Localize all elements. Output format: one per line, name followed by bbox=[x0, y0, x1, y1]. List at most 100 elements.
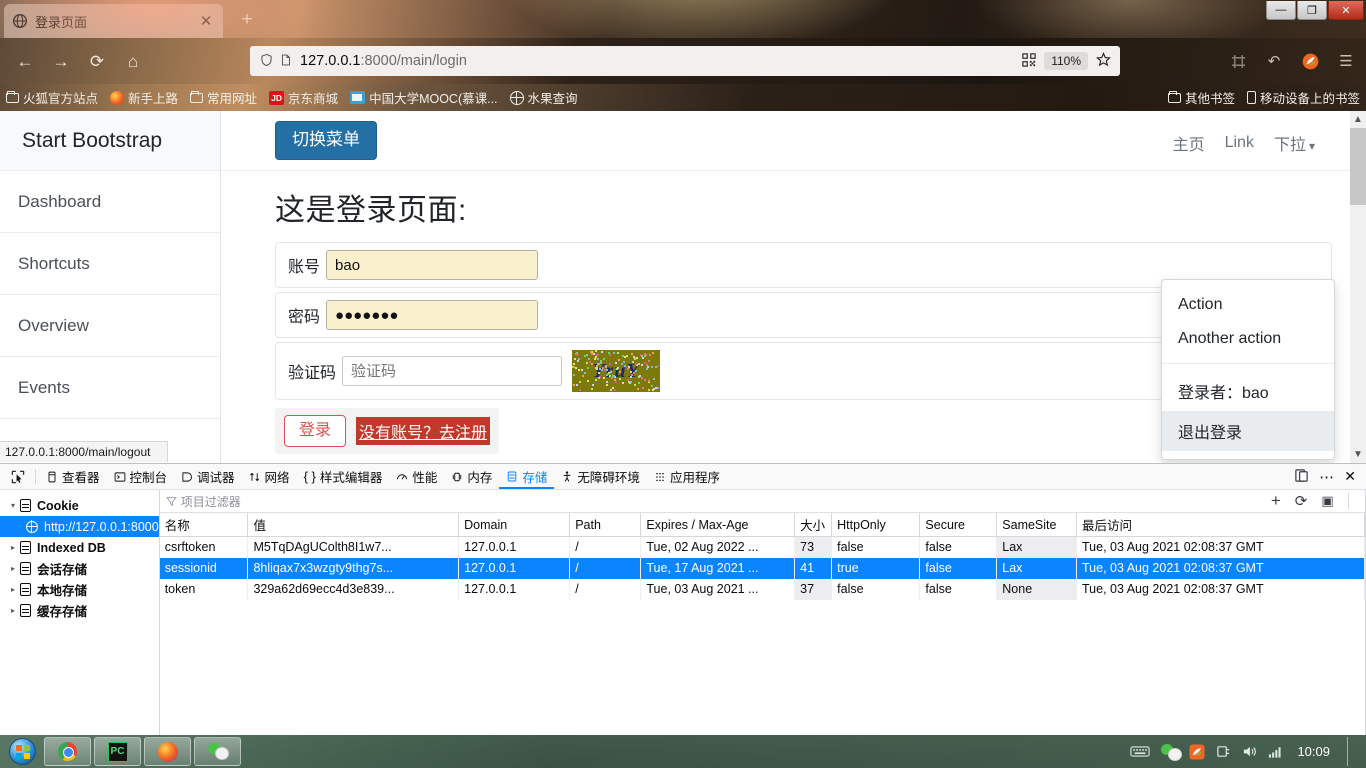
devtools-tab-performance[interactable]: 性能 bbox=[389, 464, 444, 489]
volume-icon[interactable] bbox=[1242, 744, 1257, 759]
page-scrollbar[interactable]: ▲ ▼ bbox=[1350, 111, 1366, 463]
column-header-path[interactable]: Path bbox=[570, 513, 641, 537]
show-desktop-button[interactable] bbox=[1347, 737, 1359, 766]
column-header-httponly[interactable]: HttpOnly bbox=[832, 513, 920, 537]
column-header-secure[interactable]: Secure bbox=[920, 513, 997, 537]
devtools-close-icon[interactable]: ✕ bbox=[1344, 468, 1356, 485]
column-header-name[interactable]: 名称 bbox=[160, 513, 248, 537]
devtools-tab-inspector[interactable]: 查看器 bbox=[39, 464, 107, 489]
table-row[interactable]: sessionid 8hliqax7x3wzgty9thg7s... 127.0… bbox=[160, 558, 1364, 579]
parse-value-button[interactable]: ▣ bbox=[1321, 493, 1333, 509]
column-header-domain[interactable]: Domain bbox=[459, 513, 570, 537]
sidebar-brand[interactable]: Start Bootstrap bbox=[0, 111, 220, 171]
start-button[interactable] bbox=[0, 737, 44, 767]
taskbar-app-firefox[interactable] bbox=[144, 737, 191, 766]
taskbar-clock[interactable]: 10:09 bbox=[1297, 744, 1330, 759]
tree-item-origin[interactable]: http://127.0.0.1:8000 bbox=[0, 516, 159, 537]
twisty-icon[interactable]: ▾ bbox=[6, 501, 20, 510]
devtools-tab-application[interactable]: 应用程序 bbox=[647, 464, 727, 489]
devtools-more-button[interactable]: ⋯ bbox=[1319, 468, 1334, 486]
topnav-link-home[interactable]: 主页 bbox=[1173, 131, 1205, 155]
column-header-expires[interactable]: Expires / Max-Age bbox=[641, 513, 795, 537]
column-header-size[interactable]: 大小 bbox=[795, 513, 832, 537]
browser-tab[interactable]: 登录页面 ✕ bbox=[4, 4, 223, 38]
bookmark-item[interactable]: 水果查询 bbox=[510, 88, 578, 107]
firefox-account-icon[interactable] bbox=[1298, 49, 1322, 73]
tree-item-cache-storage[interactable]: ▸ 缓存存储 bbox=[0, 600, 159, 621]
bookmark-item[interactable]: JD 京东商城 bbox=[269, 88, 338, 107]
bookmark-item[interactable]: 火狐官方站点 bbox=[6, 88, 98, 107]
devtools-tab-storage[interactable]: 存储 bbox=[499, 464, 554, 489]
address-bar[interactable]: 127.0.0.1:8000/main/login 110% bbox=[250, 46, 1120, 76]
tree-item-cookie[interactable]: ▾ Cookie bbox=[0, 495, 159, 516]
dropdown-item-another-action[interactable]: Another action bbox=[1162, 322, 1334, 356]
bookmark-item[interactable]: 中国大学MOOC(慕课... bbox=[350, 88, 497, 107]
twisty-icon[interactable]: ▸ bbox=[6, 543, 20, 552]
sidebar-item-overview[interactable]: Overview bbox=[0, 295, 220, 357]
item-filter-input[interactable]: 项目过滤器 bbox=[166, 493, 241, 510]
sidebar-item-shortcuts[interactable]: Shortcuts bbox=[0, 233, 220, 295]
twisty-icon[interactable]: ▸ bbox=[6, 564, 20, 573]
page-info-icon[interactable] bbox=[276, 53, 296, 70]
captcha-image[interactable]: YruY bbox=[572, 350, 660, 392]
home-icon[interactable]: ⌂ bbox=[118, 49, 148, 75]
scroll-up-icon[interactable]: ▲ bbox=[1350, 111, 1366, 128]
twisty-icon[interactable]: ▸ bbox=[6, 606, 20, 615]
screenshot-icon[interactable] bbox=[1226, 49, 1250, 73]
sidebar-item-events[interactable]: Events bbox=[0, 357, 220, 419]
scrollbar-thumb[interactable] bbox=[1350, 128, 1366, 205]
dropdown-item-action[interactable]: Action bbox=[1162, 288, 1334, 322]
password-input[interactable] bbox=[326, 300, 538, 330]
window-close-button[interactable]: ✕ bbox=[1328, 1, 1364, 20]
taskbar-app-chrome[interactable] bbox=[44, 737, 91, 766]
toggle-menu-button[interactable]: 切换菜单 bbox=[275, 121, 377, 160]
column-header-lastaccess[interactable]: 最后访问 bbox=[1077, 513, 1365, 537]
wechat-tray-icon[interactable] bbox=[1161, 744, 1178, 759]
dropdown-item-logout[interactable]: 退出登录 bbox=[1162, 411, 1334, 451]
table-row[interactable]: csrftoken M5TqDAgUColth8I1w7... 127.0.0.… bbox=[160, 537, 1364, 558]
plug-icon[interactable] bbox=[1216, 744, 1231, 759]
register-link[interactable]: 没有账号？去注册 bbox=[356, 417, 490, 445]
undo-icon[interactable]: ↶ bbox=[1262, 49, 1286, 73]
qr-code-icon[interactable] bbox=[1018, 53, 1040, 70]
column-header-samesite[interactable]: SameSite bbox=[997, 513, 1077, 537]
account-input[interactable] bbox=[326, 250, 538, 280]
window-minimize-button[interactable]: — bbox=[1266, 1, 1296, 20]
reload-icon[interactable]: ⟳ bbox=[82, 49, 112, 75]
bookmark-item[interactable]: 新手上路 bbox=[110, 88, 178, 107]
tree-item-session-storage[interactable]: ▸ 会话存储 bbox=[0, 558, 159, 579]
firefox-tray-icon[interactable] bbox=[1189, 744, 1205, 760]
taskbar-app-pycharm[interactable]: PC bbox=[94, 737, 141, 766]
bookmark-star-icon[interactable] bbox=[1092, 52, 1114, 71]
tab-close-icon[interactable]: ✕ bbox=[197, 14, 215, 29]
element-picker-icon[interactable] bbox=[4, 464, 32, 489]
bookmark-item[interactable]: 常用网址 bbox=[190, 88, 257, 107]
new-tab-button[interactable]: + bbox=[236, 10, 258, 32]
twisty-icon[interactable]: ▸ bbox=[6, 585, 20, 594]
refresh-cookies-button[interactable]: ⟳ bbox=[1295, 492, 1308, 510]
devtools-tab-debugger[interactable]: 调试器 bbox=[174, 464, 242, 489]
sidebar-item-dashboard[interactable]: Dashboard bbox=[0, 171, 220, 233]
zoom-level-indicator[interactable]: 110% bbox=[1044, 52, 1088, 70]
devtools-tab-network[interactable]: 网络 bbox=[242, 464, 297, 489]
window-maximize-button[interactable]: ❐ bbox=[1297, 1, 1327, 20]
mobile-bookmarks-item[interactable]: 移动设备上的书签 bbox=[1247, 88, 1360, 107]
add-cookie-button[interactable]: + bbox=[1271, 491, 1281, 511]
tree-item-local-storage[interactable]: ▸ 本地存储 bbox=[0, 579, 159, 600]
dock-icon[interactable] bbox=[1294, 468, 1309, 486]
devtools-tab-style-editor[interactable]: { } 样式编辑器 bbox=[297, 464, 390, 489]
taskbar-app-wechat[interactable] bbox=[194, 737, 241, 766]
menu-icon[interactable]: ☰ bbox=[1334, 49, 1358, 73]
devtools-tab-memory[interactable]: 内存 bbox=[444, 464, 499, 489]
network-signal-icon[interactable] bbox=[1268, 745, 1283, 759]
address-bar-text[interactable]: 127.0.0.1:8000/main/login bbox=[296, 53, 1018, 69]
table-row[interactable]: token 329a62d69ecc4d3e839... 127.0.0.1 /… bbox=[160, 579, 1364, 600]
back-icon[interactable]: ← bbox=[10, 49, 40, 75]
forward-icon[interactable]: → bbox=[46, 49, 76, 75]
devtools-tab-console[interactable]: 控制台 bbox=[107, 464, 175, 489]
keyboard-icon[interactable] bbox=[1130, 745, 1150, 758]
other-bookmarks-item[interactable]: 其他书签 bbox=[1168, 88, 1235, 107]
login-button[interactable]: 登录 bbox=[284, 415, 346, 447]
captcha-input[interactable] bbox=[342, 356, 562, 386]
scroll-down-icon[interactable]: ▼ bbox=[1350, 446, 1366, 463]
